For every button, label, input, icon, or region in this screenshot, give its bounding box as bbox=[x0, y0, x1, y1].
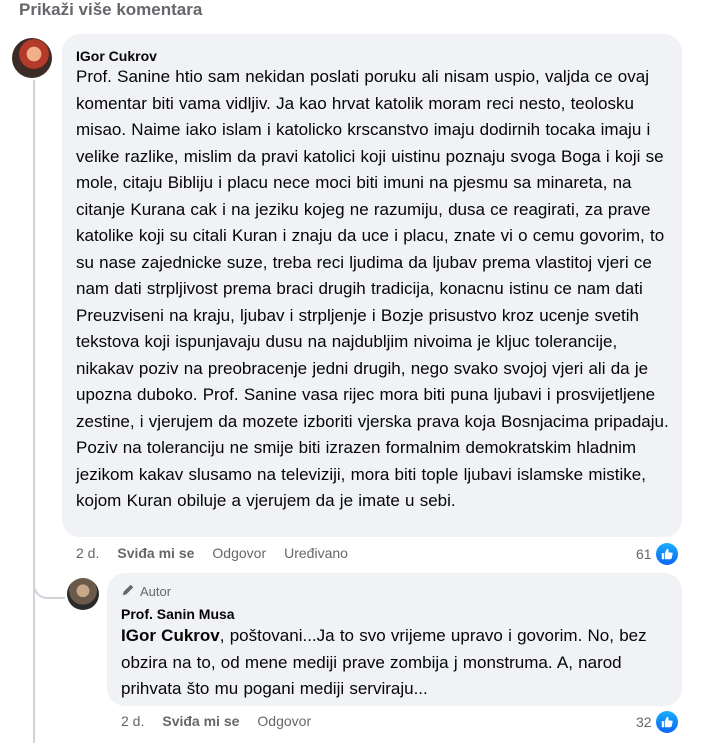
thread-line-lower bbox=[33, 598, 35, 743]
reply-bubble: Autor Prof. Sanin Musa IGor Cukrov, pošt… bbox=[107, 573, 682, 706]
author-badge-label: Autor bbox=[140, 584, 172, 599]
edited-label: Uređivano bbox=[284, 545, 348, 561]
reactions-count[interactable]: 61 bbox=[636, 543, 678, 565]
comment-actions: 2 d. Sviđa mi se Odgovor Uređivano bbox=[76, 545, 348, 561]
reactions-count[interactable]: 32 bbox=[636, 711, 678, 733]
avatar[interactable] bbox=[67, 578, 99, 610]
author-badge: Autor bbox=[121, 583, 171, 600]
mention-link[interactable]: IGor Cukrov bbox=[121, 626, 220, 645]
reply-button[interactable]: Odgovor bbox=[212, 545, 266, 561]
comment-actions: 2 d. Sviđa mi se Odgovor bbox=[121, 713, 311, 729]
like-button[interactable]: Sviđa mi se bbox=[162, 713, 239, 729]
reaction-count: 61 bbox=[636, 546, 652, 562]
comment-author[interactable]: IGor Cukrov bbox=[76, 48, 157, 64]
show-more-comments-link[interactable]: Prikaži više komentara bbox=[19, 0, 202, 20]
thread-connector bbox=[33, 575, 65, 599]
thread-line bbox=[33, 80, 35, 600]
comment-text: IGor Cukrov, poštovani...Ja to svo vrije… bbox=[121, 623, 676, 703]
avatar[interactable] bbox=[12, 38, 52, 78]
like-button[interactable]: Sviđa mi se bbox=[117, 545, 194, 561]
pencil-icon bbox=[121, 583, 135, 600]
comment-time[interactable]: 2 d. bbox=[121, 713, 144, 729]
reply-button[interactable]: Odgovor bbox=[257, 713, 311, 729]
reaction-count: 32 bbox=[636, 714, 652, 730]
comment-author[interactable]: Prof. Sanin Musa bbox=[121, 606, 235, 622]
thumbs-up-icon bbox=[655, 543, 678, 565]
thumbs-up-icon bbox=[655, 711, 678, 733]
comment-time[interactable]: 2 d. bbox=[76, 545, 99, 561]
comment-bubble: IGor Cukrov Prof. Sanine htio sam nekida… bbox=[62, 34, 682, 537]
comment-text: Prof. Sanine htio sam nekidan poslati po… bbox=[76, 67, 669, 510]
